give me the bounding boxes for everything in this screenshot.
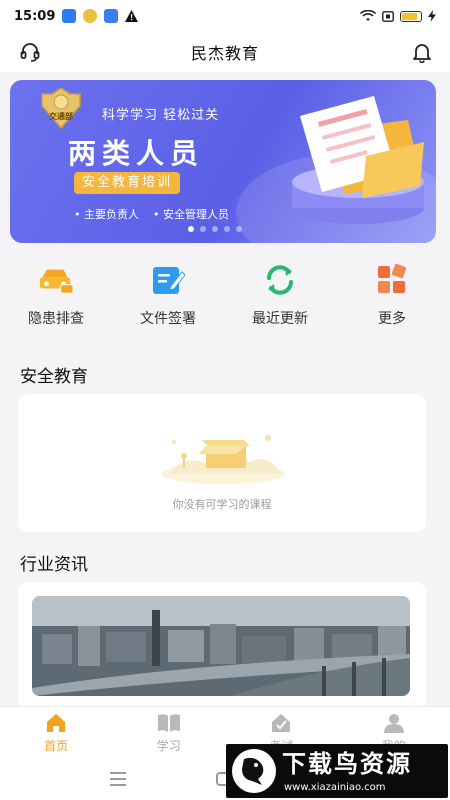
banner-point: • 安全管理人员 <box>153 208 229 221</box>
car-inspect-icon <box>38 262 74 298</box>
watermark-title: 下载鸟资源 <box>282 750 412 778</box>
exam-icon <box>272 714 291 732</box>
page-title: 民杰教育 <box>190 44 259 63</box>
banner-headline: 两类人员 <box>68 137 205 170</box>
news-city-image[interactable] <box>32 596 410 696</box>
carousel-dot[interactable] <box>200 226 206 232</box>
carousel-dot[interactable] <box>212 226 218 232</box>
watermark-logo: 下载鸟资源 www.xiazainiao.com <box>226 744 448 798</box>
status-right <box>360 10 436 22</box>
section-title-news: 行业资讯 <box>20 555 88 575</box>
banner-chip: 安全教育培训 <box>74 172 181 194</box>
book-icon <box>157 714 180 732</box>
menu-icon[interactable] <box>110 772 126 786</box>
quick-actions: 隐患排查 文件签署 最近更新 更多 <box>0 262 450 332</box>
quick-action-more[interactable]: 更多 <box>336 262 448 332</box>
user-icon <box>383 714 404 733</box>
baidu-app-icon <box>62 9 77 23</box>
banner-points: • 主要负责人 • 安全管理人员 <box>74 206 229 222</box>
tab-home[interactable]: 首页 <box>0 707 113 762</box>
seal-text: 交通部 <box>49 112 73 121</box>
news-card[interactable] <box>18 582 426 712</box>
tab-label: 学习 <box>156 739 181 753</box>
promo-banner[interactable]: 交通部 科学学习 轻松过关 两类人员 安全教育培训 • 主要负责人 • 安全管理… <box>10 80 436 243</box>
headset-icon[interactable] <box>18 40 42 64</box>
tab-label: 首页 <box>44 739 69 753</box>
carousel-dot[interactable] <box>188 226 194 232</box>
quick-action-label: 隐患排查 <box>28 311 84 327</box>
documents-illustration <box>270 90 430 230</box>
more-grid-icon <box>374 262 410 298</box>
bell-icon[interactable] <box>410 40 434 64</box>
status-time: 15:09 <box>14 8 56 24</box>
wechat-app-icon <box>83 9 98 23</box>
watermark-url: www.xiazainiao.com <box>284 782 386 793</box>
refresh-icon <box>262 262 298 298</box>
quick-action-label: 最近更新 <box>252 311 308 327</box>
section-title-safety: 安全教育 <box>20 367 88 387</box>
charging-icon <box>428 10 436 22</box>
carousel-indicator <box>188 226 242 232</box>
warning-icon <box>125 10 139 22</box>
tab-study[interactable]: 学习 <box>113 707 226 762</box>
sim-icon <box>382 10 394 22</box>
app-header: 民杰教育 <box>0 32 450 72</box>
wifi-icon <box>360 10 376 21</box>
document-sign-icon <box>150 262 186 298</box>
banner-point: • 主要负责人 <box>74 208 139 221</box>
quick-action-label: 更多 <box>378 311 406 327</box>
battery-fill <box>402 12 418 20</box>
banner-slogan: 科学学习 轻松过关 <box>102 108 220 123</box>
quick-action-hazard-check[interactable]: 隐患排查 <box>0 262 112 332</box>
carousel-dot[interactable] <box>224 226 230 232</box>
course-empty-card: 你没有可学习的课程 <box>18 394 426 532</box>
home-icon <box>47 714 66 732</box>
carousel-dot[interactable] <box>236 226 242 232</box>
status-bar: 15:09 <box>0 0 450 32</box>
quick-action-recent-updates[interactable]: 最近更新 <box>224 262 336 332</box>
battery-icon <box>400 10 422 22</box>
empty-course-text: 你没有可学习的课程 <box>172 498 272 511</box>
seal-badge-icon: 交通部 <box>36 86 86 130</box>
status-left: 15:09 <box>14 8 139 24</box>
quick-action-label: 文件签署 <box>140 311 196 327</box>
quick-action-document-sign[interactable]: 文件签署 <box>112 262 224 332</box>
app-notification-icon <box>104 9 119 23</box>
empty-box-icon <box>158 416 288 486</box>
